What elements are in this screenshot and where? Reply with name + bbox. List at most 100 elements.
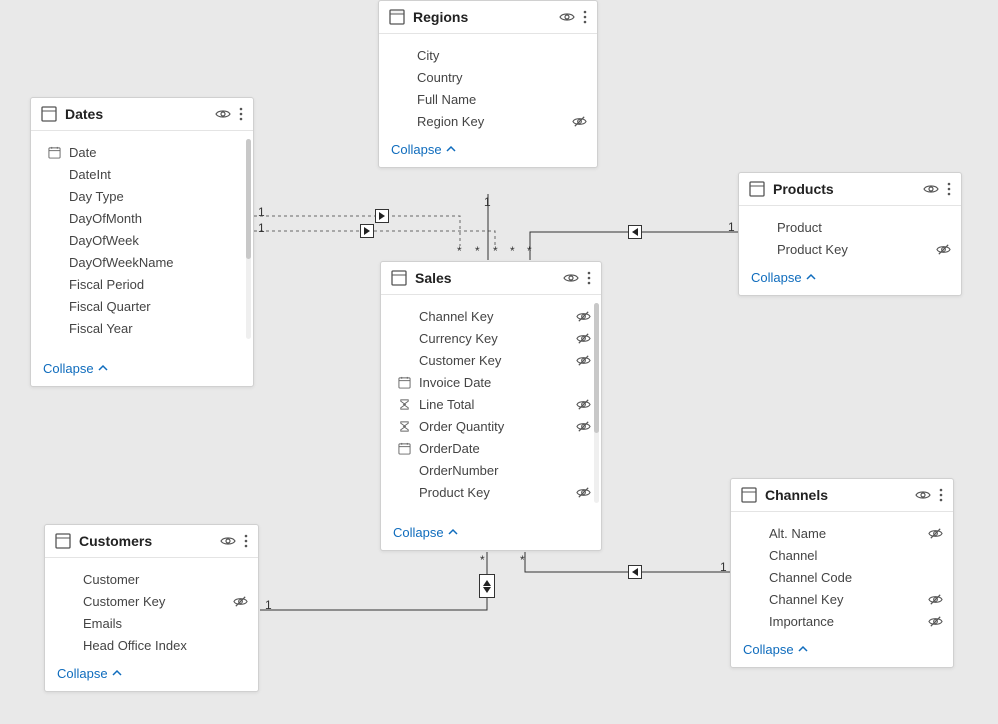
sigma-icon (395, 398, 413, 411)
field-row[interactable]: DayOfWeekName (45, 251, 243, 273)
field-row[interactable]: Customer Key (59, 590, 248, 612)
field-row[interactable]: Fiscal Quarter (45, 295, 243, 317)
scrollbar-thumb[interactable] (594, 303, 599, 433)
field-row[interactable]: Order Quantity (395, 415, 591, 437)
field-row[interactable]: Channel Code (745, 566, 943, 588)
field-row[interactable]: DayOfWeek (45, 229, 243, 251)
field-row[interactable]: Country (393, 66, 587, 88)
collapse-button[interactable]: Collapse (45, 658, 258, 691)
table-header[interactable]: Channels (731, 479, 953, 512)
field-name: Customer Key (413, 353, 576, 368)
hidden-icon[interactable] (576, 353, 591, 368)
more-icon[interactable] (939, 488, 943, 502)
field-name: Emails (77, 616, 248, 631)
table-header[interactable]: Dates (31, 98, 253, 131)
hidden-icon[interactable] (928, 592, 943, 607)
table-card-regions[interactable]: Regions CityCountry Full Name Region Key C… (378, 0, 598, 168)
more-icon[interactable] (583, 10, 587, 24)
cardinality-label: 1 (484, 195, 491, 209)
table-header[interactable]: Customers (45, 525, 258, 558)
field-row[interactable]: Invoice Date (395, 371, 591, 393)
hidden-icon[interactable] (576, 331, 591, 346)
visibility-icon[interactable] (915, 487, 931, 503)
table-card-products[interactable]: Products ProductProduct Key Collapse (738, 172, 962, 296)
hidden-icon[interactable] (928, 614, 943, 629)
table-card-customers[interactable]: Customers CustomerCustomer Key Emails Head… (44, 524, 259, 692)
field-row[interactable]: Product Key (753, 238, 951, 260)
field-row[interactable]: Currency Key (395, 327, 591, 349)
field-row[interactable]: Emails (59, 612, 248, 634)
table-card-sales[interactable]: Sales Channel KeyCurrency Key Customer Ke… (380, 261, 602, 551)
field-row[interactable]: Region Key (393, 110, 587, 132)
hidden-icon[interactable] (928, 526, 943, 541)
sigma-icon (395, 420, 413, 433)
collapse-button[interactable]: Collapse (31, 353, 253, 386)
visibility-icon[interactable] (563, 270, 579, 286)
visibility-icon[interactable] (220, 533, 236, 549)
table-title: Dates (65, 106, 207, 122)
collapse-button[interactable]: Collapse (739, 262, 961, 295)
hidden-icon[interactable] (572, 114, 587, 129)
field-row[interactable]: DayOfMonth (45, 207, 243, 229)
hidden-icon[interactable] (576, 309, 591, 324)
hidden-icon[interactable] (576, 397, 591, 412)
field-row[interactable]: Date (45, 141, 243, 163)
field-row[interactable]: Channel (745, 544, 943, 566)
hidden-icon[interactable] (233, 594, 248, 609)
calendar-icon (395, 442, 413, 455)
table-icon (41, 106, 57, 122)
more-icon[interactable] (244, 534, 248, 548)
field-name: Channel Code (763, 570, 943, 585)
visibility-icon[interactable] (215, 106, 231, 122)
model-diagram-canvas[interactable]: 1 1 1 1 1 1 * * * * * * * Regions CityCo… (0, 0, 998, 724)
collapse-button[interactable]: Collapse (731, 634, 953, 667)
hidden-icon[interactable] (936, 242, 951, 257)
scrollbar-thumb[interactable] (246, 139, 251, 259)
visibility-icon[interactable] (923, 181, 939, 197)
table-header[interactable]: Sales (381, 262, 601, 295)
field-row[interactable]: OrderNumber (395, 459, 591, 481)
field-row[interactable]: Full Name (393, 88, 587, 110)
table-header[interactable]: Regions (379, 1, 597, 34)
collapse-button[interactable]: Collapse (381, 517, 601, 550)
table-title: Regions (413, 9, 551, 25)
field-name: Importance (763, 614, 928, 629)
table-card-dates[interactable]: Dates DateDateInt Day Type DayOfMonth DayOf… (30, 97, 254, 387)
field-row[interactable]: Importance (745, 610, 943, 632)
field-name: DayOfWeek (63, 233, 243, 248)
calendar-icon (45, 146, 63, 159)
more-icon[interactable] (947, 182, 951, 196)
field-row[interactable]: Channel Key (745, 588, 943, 610)
field-row[interactable]: Fiscal Period (45, 273, 243, 295)
field-row[interactable]: Fiscal Year (45, 317, 243, 339)
table-header[interactable]: Products (739, 173, 961, 206)
field-list: DateDateInt Day Type DayOfMonth DayOfWeek Da… (31, 141, 253, 339)
hidden-icon[interactable] (576, 419, 591, 434)
table-title: Products (773, 181, 915, 197)
visibility-icon[interactable] (559, 9, 575, 25)
field-row[interactable]: Alt. Name (745, 522, 943, 544)
hidden-icon[interactable] (576, 485, 591, 500)
field-row[interactable]: Day Type (45, 185, 243, 207)
field-name: Full Name (411, 92, 587, 107)
cardinality-label: * (457, 244, 462, 258)
field-row[interactable]: DateInt (45, 163, 243, 185)
table-title: Channels (765, 487, 907, 503)
field-row[interactable]: Channel Key (395, 305, 591, 327)
field-row[interactable]: City (393, 44, 587, 66)
field-row[interactable]: Product Key (395, 481, 591, 503)
field-row[interactable]: Customer (59, 568, 248, 590)
more-icon[interactable] (239, 107, 243, 121)
collapse-button[interactable]: Collapse (379, 134, 597, 167)
more-icon[interactable] (587, 271, 591, 285)
field-row[interactable]: Head Office Index (59, 634, 248, 656)
field-row[interactable]: Line Total (395, 393, 591, 415)
field-name: Day Type (63, 189, 243, 204)
field-row[interactable]: Customer Key (395, 349, 591, 371)
field-row[interactable]: Product (753, 216, 951, 238)
field-row[interactable]: OrderDate (395, 437, 591, 459)
table-card-channels[interactable]: Channels Alt. NameChannel Channel Code Cha… (730, 478, 954, 668)
cardinality-label: 1 (720, 560, 727, 574)
field-name: DayOfWeekName (63, 255, 243, 270)
field-name: Channel Key (763, 592, 928, 607)
